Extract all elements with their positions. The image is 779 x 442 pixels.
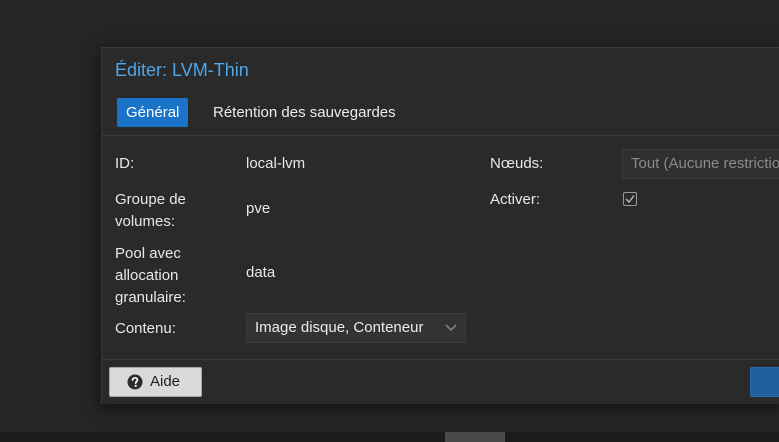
taskbar-strip <box>0 432 779 442</box>
help-button-label: Aide <box>150 373 181 390</box>
volume-group-value: pve <box>246 200 271 217</box>
volume-group-label: Groupe de volumes: <box>115 191 186 230</box>
resize-handle[interactable] <box>445 432 505 442</box>
tab-divider <box>102 135 779 136</box>
id-label: ID: <box>115 155 135 172</box>
edit-storage-dialog: Éditer: LVM-Thin Général Rétention des s… <box>101 47 779 404</box>
chevron-down-icon[interactable] <box>445 323 457 333</box>
nodes-select[interactable]: Tout (Aucune restriction) <box>622 149 779 179</box>
thin-pool-label: Pool avec allocation granulaire: <box>115 245 186 306</box>
tab-general[interactable]: Général <box>117 98 189 127</box>
tab-bar: Général Rétention des sauvegardes <box>102 96 779 136</box>
help-button[interactable]: Aide <box>109 367 202 397</box>
content-label: Contenu: <box>115 320 176 337</box>
id-value: local-lvm <box>246 155 306 172</box>
thin-pool-value: data <box>246 264 276 281</box>
enable-label: Activer: <box>490 191 541 208</box>
nodes-label: Nœuds: <box>490 155 544 172</box>
content-select[interactable]: Image disque, Conteneur <box>246 313 466 343</box>
question-circle-icon <box>127 374 143 390</box>
tab-backup-retention[interactable]: Rétention des sauvegardes <box>204 98 405 127</box>
ok-button[interactable] <box>750 367 779 397</box>
dialog-title: Éditer: LVM-Thin <box>115 60 249 80</box>
footer-divider <box>102 359 779 360</box>
checkmark-icon <box>625 195 635 204</box>
content-select-value: Image disque, Conteneur <box>255 319 424 336</box>
enable-checkbox[interactable] <box>623 192 637 206</box>
